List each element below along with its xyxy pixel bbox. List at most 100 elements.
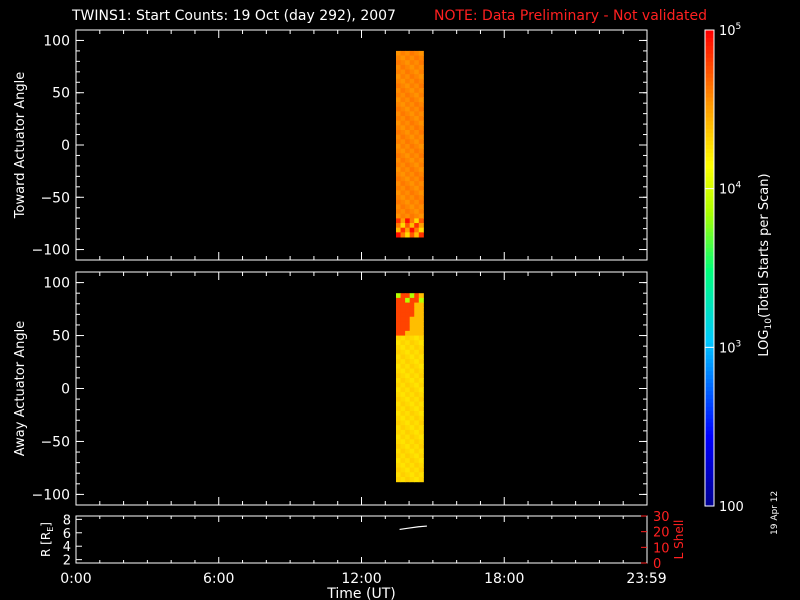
middle-panel-cell <box>409 401 415 407</box>
middle-panel-cell <box>400 382 406 388</box>
middle-panel-cell <box>405 396 411 403</box>
top-panel-cell <box>409 111 415 117</box>
top-panel-cell <box>409 199 415 205</box>
colorbar-tick-label: 100 <box>719 500 744 515</box>
middle-panel-cell <box>418 349 424 355</box>
middle-panel-cell <box>395 425 402 431</box>
middle-panel-cell <box>418 420 424 426</box>
colorbar-segment <box>705 434 714 440</box>
top-panel-cell <box>414 83 420 89</box>
top-panel-cell <box>418 134 424 140</box>
top-panel-cell <box>409 176 415 182</box>
middle-panel-cell <box>405 382 411 388</box>
top-panel-cell <box>418 148 424 154</box>
top-panel-cell <box>400 111 406 117</box>
colorbar-segment <box>705 327 714 333</box>
middle-panel-cell <box>395 349 402 355</box>
colorbar-segment <box>705 299 714 305</box>
middle-panel-ytick-label: 0 <box>61 382 70 398</box>
orbit-ytick-label: 8 <box>63 513 71 528</box>
top-panel-cell <box>395 176 402 182</box>
top-panel-cell <box>409 139 415 145</box>
colorbar-segment <box>705 149 714 154</box>
colorbar-segment <box>705 204 714 210</box>
middle-panel-cell <box>405 321 411 327</box>
top-panel-cell <box>400 92 406 98</box>
top-panel-cell <box>418 55 424 61</box>
middle-panel-cell <box>400 406 406 412</box>
top-panel-cell <box>400 162 406 168</box>
top-panel-cell <box>409 148 415 154</box>
colorbar-segment <box>705 498 714 503</box>
top-panel-cell <box>400 181 406 187</box>
middle-panel-cell <box>414 425 420 431</box>
middle-panel-cell <box>414 373 420 379</box>
colorbar-segment <box>705 30 714 35</box>
top-panel-cell <box>414 167 420 173</box>
middle-panel-cell <box>400 458 406 464</box>
top-panel-cell <box>405 50 411 57</box>
top-panel-cell <box>409 171 415 178</box>
middle-panel-cell <box>418 382 424 388</box>
top-panel-cell <box>395 181 402 187</box>
middle-panel-cell <box>418 396 424 403</box>
colorbar-segment <box>705 383 714 388</box>
colorbar-segment <box>705 212 714 218</box>
middle-panel-cell <box>418 462 424 469</box>
colorbar-segment <box>705 454 714 459</box>
top-panel-cell <box>400 129 406 136</box>
top-panel-cell <box>405 78 411 84</box>
top-panel-cell <box>405 232 411 238</box>
middle-panel-cell <box>418 330 424 337</box>
middle-panel-cell <box>400 368 406 374</box>
colorbar-segment <box>705 438 714 444</box>
middle-panel-cell <box>409 439 415 445</box>
top-panel-cell <box>418 143 424 150</box>
top-panel-cell <box>395 50 402 57</box>
top-panel-cell <box>400 185 406 191</box>
top-panel-cell <box>405 223 411 229</box>
top-panel-cell <box>409 102 415 108</box>
colorbar-segment <box>705 486 714 491</box>
middle-panel-cell <box>400 462 406 469</box>
top-panel-cell <box>405 167 411 173</box>
colorbar-segment <box>705 494 714 499</box>
top-panel-cell <box>405 88 411 94</box>
middle-panel-cell <box>418 443 424 450</box>
middle-panel-cell <box>409 302 415 308</box>
top-panel-cell <box>405 171 411 178</box>
colorbar-segment <box>705 117 714 122</box>
colorbar-segment <box>705 474 714 479</box>
colorbar-segment <box>705 375 714 380</box>
middle-panel-cell <box>405 420 411 426</box>
middle-panel-cell <box>405 476 411 483</box>
colorbar-segment <box>705 426 714 432</box>
middle-panel-cell <box>418 340 424 346</box>
middle-panel-cell <box>400 415 406 421</box>
middle-panel-cell <box>414 293 420 299</box>
middle-panel-cell <box>400 363 406 370</box>
colorbar-segment <box>705 291 714 297</box>
middle-panel-cell <box>414 368 420 374</box>
middle-panel-cell <box>414 321 420 327</box>
middle-panel-cell <box>409 354 415 360</box>
middle-panel-cell <box>405 359 411 365</box>
colorbar-segment <box>705 335 714 340</box>
top-panel-cell <box>405 83 411 89</box>
middle-panel-ytick-label: −100 <box>32 487 70 503</box>
top-panel-cell <box>418 213 424 219</box>
top-panel-cell <box>405 218 411 224</box>
top-panel-cell <box>395 232 402 238</box>
colorbar-segment <box>705 220 714 225</box>
xtick-label: 23:59 <box>626 571 666 587</box>
top-panel-cell <box>405 64 411 71</box>
colorbar-segment <box>705 228 714 233</box>
middle-panel-cell <box>414 307 420 313</box>
middle-panel-cell <box>400 392 406 398</box>
middle-panel-cell <box>400 439 406 445</box>
middle-panel-cell <box>405 458 411 464</box>
colorbar-segment <box>705 105 714 110</box>
middle-panel-cell <box>400 321 406 327</box>
top-panel-cell <box>395 116 402 122</box>
top-panel-cell <box>405 129 411 136</box>
